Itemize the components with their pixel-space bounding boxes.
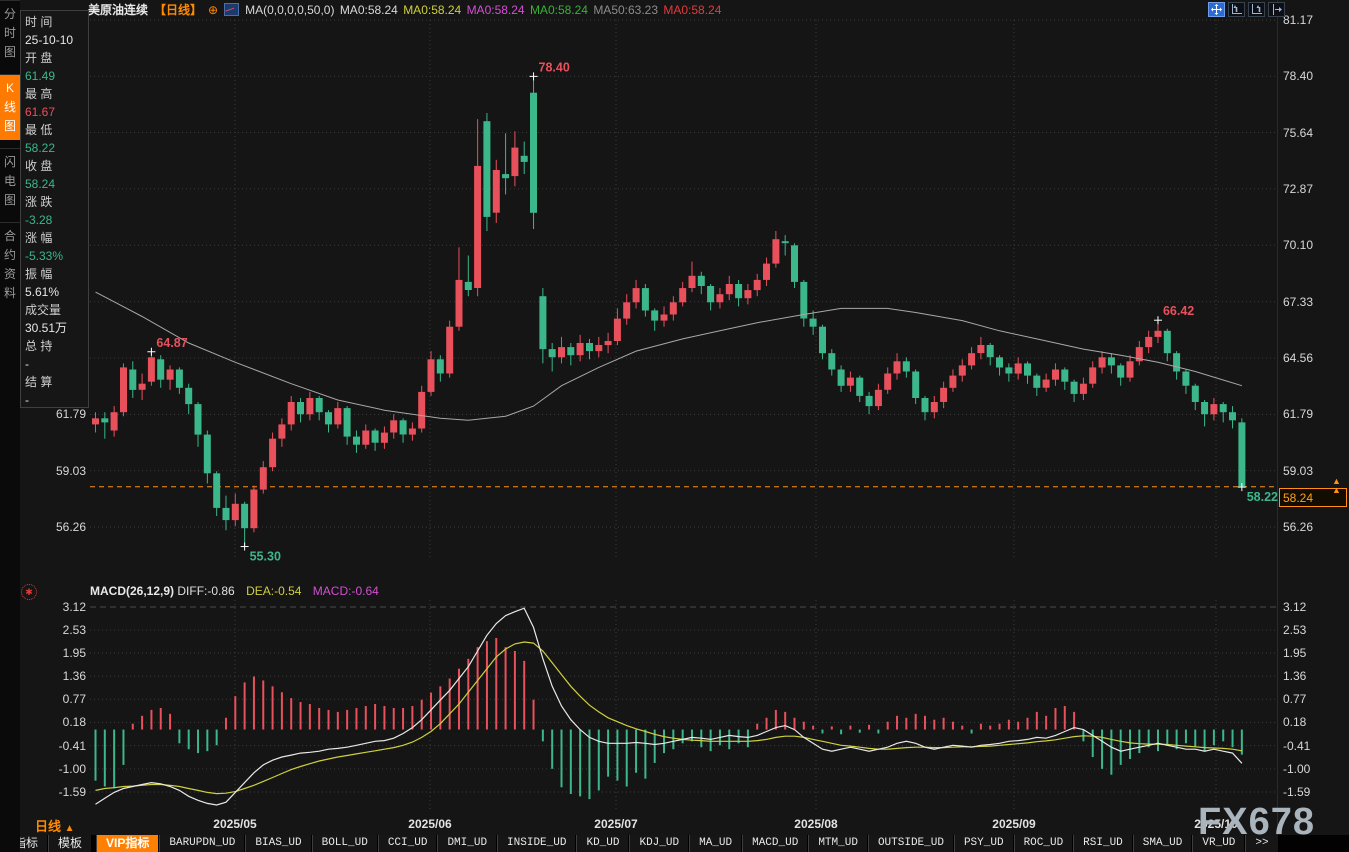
ma-legend-item: MA0:58.24 (403, 3, 464, 17)
info-value: 61.49 (25, 67, 88, 85)
axis-left-icon[interactable] (1228, 2, 1245, 17)
ma-legend-item: MA0:58.24 (340, 3, 401, 17)
info-label: 结 算 (25, 373, 88, 391)
scroll-right-icon[interactable] (1268, 2, 1285, 17)
date-label: 2025/05 (213, 817, 256, 831)
svg-text:55.30: 55.30 (250, 550, 281, 564)
indicator-tab-barupdn-ud[interactable]: BARUPDN_UD (159, 835, 245, 852)
indicator-tab-boll-ud[interactable]: BOLL_UD (312, 835, 378, 852)
info-value: - (25, 391, 88, 409)
price-macd-plot[interactable]: 64.87 55.30 78.40 66.42 58.22 (0, 0, 1349, 852)
indicator-tab-inside-ud[interactable]: INSIDE_UD (497, 835, 576, 852)
indicator-tab-roc-ud[interactable]: ROC_UD (1014, 835, 1074, 852)
indicator-tab-vip-[interactable]: VIP指标 (96, 835, 159, 852)
chart-type-tabstrip: 分时图 K线图闪电图合约资料 (0, 0, 20, 852)
info-label: 成交量 (25, 301, 88, 319)
indicator-tab-kd-ud[interactable]: KD_UD (576, 835, 629, 852)
axis-right-icon[interactable] (1248, 2, 1265, 17)
chart-type-tab-3[interactable]: 闪电图 (0, 148, 20, 214)
indicator-tab-mtm-ud[interactable]: MTM_UD (808, 835, 868, 852)
indicator-tab-dmi-ud[interactable]: DMI_UD (437, 835, 497, 852)
symbol-title: 美原油连续 (88, 1, 148, 18)
svg-text:66.42: 66.42 (1163, 304, 1194, 318)
date-axis-row: 日线 ▲ 2025/05 2025/06 2025/07 2025/08 2025/09… (0, 816, 1349, 834)
indicator-tab-rsi-ud[interactable]: RSI_UD (1073, 835, 1133, 852)
info-value: 58.24 (25, 175, 88, 193)
info-label: 收 盘 (25, 157, 88, 175)
info-value: -5.33% (25, 247, 88, 265)
date-label: 2025/06 (408, 817, 451, 831)
indicator-tab-bias-ud[interactable]: BIAS_UD (245, 835, 311, 852)
price-up-arrow-icon: ▲▲ (1332, 477, 1341, 495)
date-label: 2025/09 (992, 817, 1035, 831)
chart-type-tab-4[interactable]: 合约资料 (0, 222, 20, 307)
svg-text:78.40: 78.40 (539, 60, 570, 74)
info-value: 5.61% (25, 283, 88, 301)
indicator-tab-cci-ud[interactable]: CCI_UD (378, 835, 438, 852)
info-label: 振 幅 (25, 265, 88, 283)
ma-legend-item: MA(0,0,0,0,50,0) (245, 3, 338, 17)
info-label: 涨 幅 (25, 229, 88, 247)
period-tag[interactable]: 【日线】 (154, 1, 202, 18)
macd-header: MACD(26,12,9) DIFF:-0.86 DEA:-0.54 MACD:… (90, 584, 379, 598)
info-label: 涨 跌 (25, 193, 88, 211)
indicator-tab-outside-ud[interactable]: OUTSIDE_UD (868, 835, 954, 852)
macd-macd-value: MACD:-0.64 (313, 584, 379, 598)
info-label: 总 持 (25, 337, 88, 355)
info-value: 25-10-10 (25, 31, 88, 49)
macd-title: MACD(26,12,9) (90, 584, 174, 598)
date-label: 2025/08 (794, 817, 837, 831)
chart-header: 美原油连续【日线】 ⊕ MA(0,0,0,0,50,0) MA0:58.24 MA0… (88, 1, 723, 18)
indicator-tab-sma-ud[interactable]: SMA_UD (1133, 835, 1193, 852)
info-label: 开 盘 (25, 49, 88, 67)
ma-legend-item: MA0:58.24 (467, 3, 528, 17)
indicator-tab-macd-ud[interactable]: MACD_UD (742, 835, 808, 852)
ma-legend-item: MA0:58.24 (530, 3, 591, 17)
chart-app-window: 64.8755.3078.4066.4258.22 分时图K线图闪电图合约资料 … (0, 0, 1349, 852)
ma-legend-item: MA0:58.24 (663, 3, 721, 17)
info-label: 最 低 (25, 121, 88, 139)
date-label: 2025/07 (594, 817, 637, 831)
svg-text:58.22: 58.22 (1247, 490, 1278, 504)
plus-icon[interactable]: ⊕ (208, 3, 218, 17)
macd-dea-value: DEA:-0.54 (246, 584, 301, 598)
info-value: -3.28 (25, 211, 88, 229)
indicator-tab--[interactable]: 模板 (48, 835, 92, 852)
period-indicator[interactable]: 日线 ▲ (35, 816, 75, 835)
indicator-star-icon[interactable]: ✱ (21, 584, 37, 600)
info-value: 30.51万 (25, 319, 88, 337)
chart-type-tab-1[interactable]: 分时图 (0, 0, 20, 66)
ma-legend: MA(0,0,0,0,50,0) MA0:58.24 MA0:58.24 MA0… (245, 3, 723, 17)
macd-diff-value: DIFF:-0.86 (177, 584, 234, 598)
svg-text:64.87: 64.87 (156, 336, 187, 350)
pan-icon[interactable] (1208, 2, 1225, 17)
info-value: 58.22 (25, 139, 88, 157)
mini-chart-icon[interactable] (224, 3, 239, 16)
quote-info-panel: 时 间25-10-10开 盘61.49最 高61.67最 低58.22收 盘58… (20, 10, 89, 408)
info-label: 时 间 (25, 13, 88, 31)
info-value: - (25, 355, 88, 373)
indicator-tab-ma-ud[interactable]: MA_UD (689, 835, 742, 852)
indicator-tab-kdj-ud[interactable]: KDJ_UD (629, 835, 689, 852)
info-value: 61.67 (25, 103, 88, 121)
ma-legend-item: MA50:63.23 (593, 3, 661, 17)
fx678-watermark: FX678 (1198, 801, 1315, 844)
period-arrow-icon: ▲ (65, 823, 75, 834)
indicator-tab-psy-ud[interactable]: PSY_UD (954, 835, 1014, 852)
indicator-tabbar: 指标模板VIP指标BARUPDN_UDBIAS_UDBOLL_UDCCI_UDD… (0, 835, 1349, 852)
chart-toolbar (1208, 2, 1285, 17)
chart-type-tab-2[interactable]: K线图 (0, 74, 20, 140)
info-label: 最 高 (25, 85, 88, 103)
